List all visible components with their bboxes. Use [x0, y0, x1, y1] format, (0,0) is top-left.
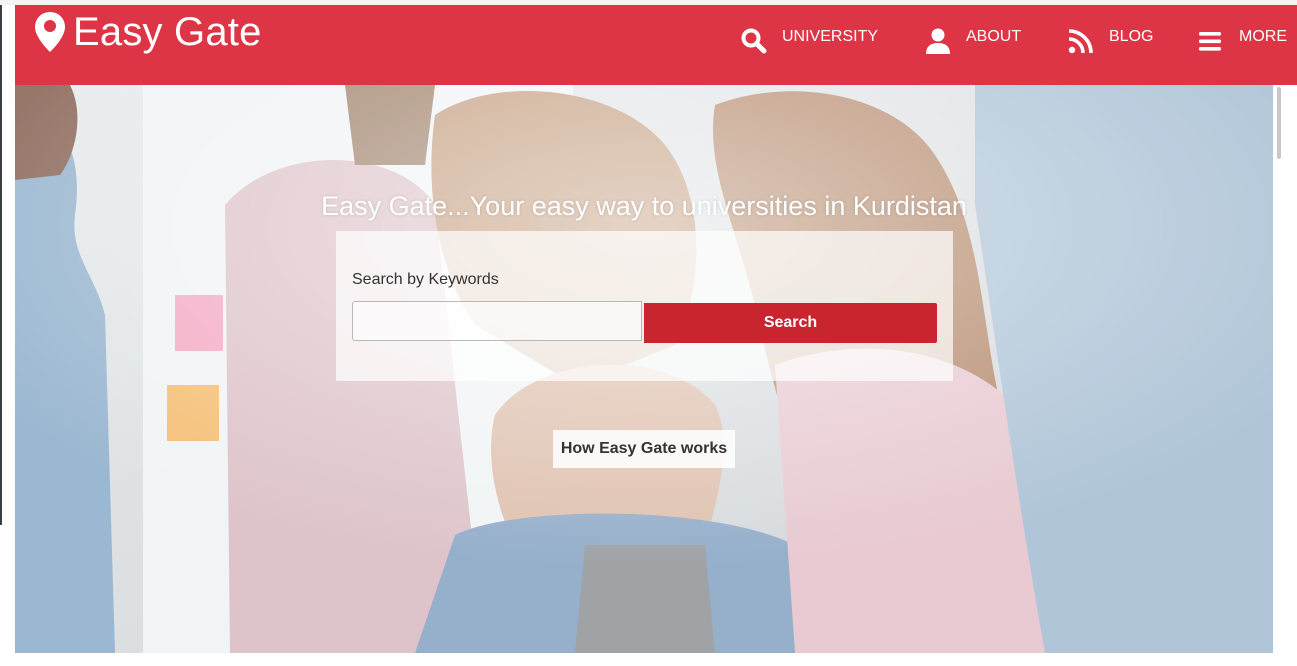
- navbar: Easy Gate UNIVERSITY ABOUT BLOG MORE: [15, 5, 1297, 85]
- nav-item-about[interactable]: ABOUT: [924, 23, 1021, 59]
- nav-item-more[interactable]: MORE: [1197, 23, 1287, 59]
- search-button[interactable]: Search: [644, 303, 937, 343]
- brand-name: Easy Gate: [73, 10, 262, 54]
- hero-section: Easy Gate...Your easy way to universitie…: [15, 85, 1273, 653]
- left-page-edge: [0, 5, 15, 666]
- nav-item-university[interactable]: UNIVERSITY: [740, 23, 878, 59]
- search-icon: [741, 28, 767, 54]
- nav-item-blog[interactable]: BLOG: [1067, 23, 1153, 59]
- search-label: Search by Keywords: [352, 271, 499, 288]
- nav-label-more: MORE: [1239, 28, 1287, 45]
- map-pin-icon: [35, 12, 65, 52]
- left-edge-bar: [0, 5, 2, 525]
- rss-icon: [1068, 29, 1093, 54]
- menu-icon: [1199, 32, 1221, 51]
- nav-label-university: UNIVERSITY: [782, 28, 879, 45]
- nav-label-about: ABOUT: [966, 28, 1022, 45]
- how-it-works-button[interactable]: How Easy Gate works: [553, 430, 735, 468]
- search-input[interactable]: [352, 301, 642, 341]
- hero-title: Easy Gate...Your easy way to universitie…: [321, 191, 967, 221]
- user-icon: [926, 28, 950, 54]
- brand-logo[interactable]: Easy Gate: [33, 7, 262, 57]
- search-panel: Search by Keywords Search: [336, 231, 953, 381]
- page-scrollbar-track[interactable]: [1273, 85, 1297, 666]
- bottom-page-edge: [15, 653, 1273, 666]
- nav-label-blog: BLOG: [1109, 28, 1154, 45]
- page-scrollbar-thumb[interactable]: [1277, 87, 1281, 159]
